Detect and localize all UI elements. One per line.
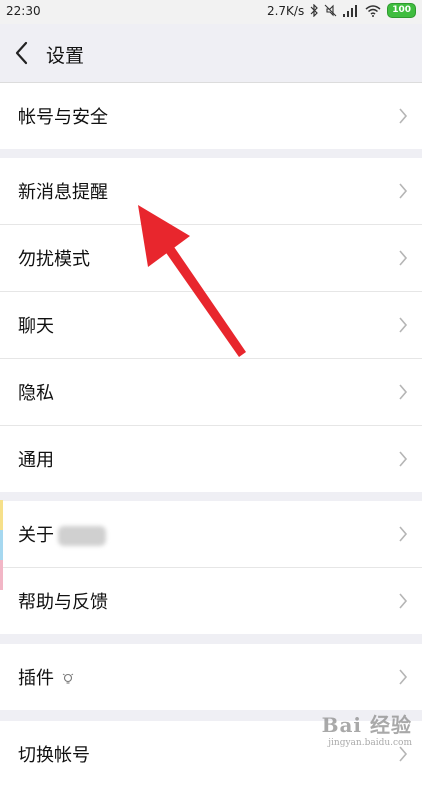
settings-item-general[interactable]: 通用 — [0, 426, 422, 492]
settings-item-label: 帮助与反馈 — [18, 592, 108, 613]
left-accent-strip — [0, 500, 3, 590]
chevron-right-icon — [399, 108, 408, 124]
status-bar: 22:30 2.7K/s 100 — [0, 0, 422, 24]
settings-item-new-message-notify[interactable]: 新消息提醒 — [0, 158, 422, 225]
settings-item-label: 关于 — [18, 521, 106, 547]
lightbulb-icon — [62, 673, 74, 684]
group-general: 新消息提醒 勿扰模式 聊天 隐私 通用 — [0, 158, 422, 492]
group-about: 关于 帮助与反馈 — [0, 501, 422, 634]
settings-item-account-security[interactable]: 帐号与安全 — [0, 83, 422, 149]
settings-item-privacy[interactable]: 隐私 — [0, 359, 422, 426]
wifi-icon — [365, 4, 381, 17]
chevron-right-icon — [399, 384, 408, 400]
settings-item-label: 通用 — [18, 450, 54, 471]
group-account: 帐号与安全 — [0, 83, 422, 149]
back-button[interactable] — [12, 40, 34, 66]
chevron-right-icon — [399, 526, 408, 542]
settings-item-label: 新消息提醒 — [18, 182, 108, 203]
signal-icon — [343, 4, 358, 17]
chevron-right-icon — [399, 593, 408, 609]
watermark: Bai 经验 jingyan.baidu.com — [322, 709, 412, 748]
net-speed: 2.7K/s — [266, 3, 305, 18]
settings-item-label: 切换帐号 — [18, 745, 90, 766]
settings-item-label: 帐号与安全 — [18, 107, 108, 128]
settings-item-chat[interactable]: 聊天 — [0, 292, 422, 359]
status-time: 22:30 — [6, 4, 41, 18]
battery-icon: 100 — [387, 3, 416, 18]
group-plugins: 插件 — [0, 644, 422, 710]
chevron-left-icon — [15, 41, 28, 65]
chevron-right-icon — [399, 669, 408, 685]
settings-item-label: 勿扰模式 — [18, 249, 90, 270]
settings-item-label: 插件 — [18, 664, 74, 690]
bluetooth-icon — [310, 4, 319, 17]
settings-item-label: 隐私 — [18, 383, 54, 404]
status-icons: 2.7K/s 100 — [267, 3, 416, 18]
watermark-brand: Bai 经验 — [321, 713, 412, 737]
header: 设置 — [0, 24, 422, 83]
page-title: 设置 — [46, 45, 85, 67]
about-label: 关于 — [18, 525, 54, 546]
watermark-url: jingyan.baidu.com — [328, 738, 412, 748]
mute-icon — [324, 4, 337, 17]
settings-item-label: 聊天 — [18, 316, 54, 337]
chevron-right-icon — [399, 250, 408, 266]
plugins-label: 插件 — [18, 668, 54, 689]
chevron-right-icon — [399, 317, 408, 333]
chevron-right-icon — [399, 451, 408, 467]
blurred-app-name — [58, 526, 106, 546]
settings-item-about[interactable]: 关于 — [0, 501, 422, 568]
settings-item-plugins[interactable]: 插件 — [0, 644, 422, 710]
settings-item-do-not-disturb[interactable]: 勿扰模式 — [0, 225, 422, 292]
chevron-right-icon — [399, 183, 408, 199]
settings-item-help-feedback[interactable]: 帮助与反馈 — [0, 568, 422, 634]
